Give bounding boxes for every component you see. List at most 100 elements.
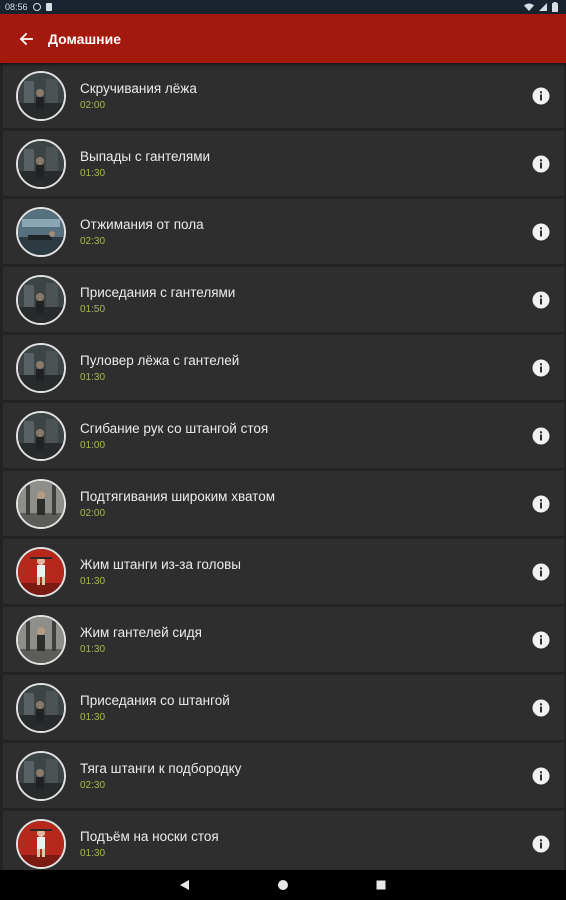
item-text: Жим штанги из-за головы 01:30 — [80, 556, 530, 588]
list-item[interactable]: Отжимания от пола 02:30 — [3, 199, 564, 264]
exercise-photo — [18, 72, 64, 119]
info-icon — [532, 835, 550, 852]
info-button[interactable] — [530, 629, 552, 651]
exercise-title: Подъём на носки стоя — [80, 828, 219, 844]
info-icon — [532, 767, 550, 784]
exercise-title: Пуловер лёжа с гантелей — [80, 352, 240, 368]
exercise-duration: 01:30 — [80, 575, 106, 587]
item-text: Отжимания от пола 02:30 — [80, 216, 530, 248]
nav-back-button[interactable] — [175, 875, 195, 895]
status-time: 08:56 — [5, 2, 28, 12]
exercise-duration: 02:00 — [80, 507, 106, 519]
back-button[interactable] — [6, 14, 46, 63]
info-icon — [532, 427, 550, 444]
exercise-photo — [18, 412, 64, 459]
exercise-thumbnail — [16, 410, 66, 461]
exercise-title: Жим гантелей сидя — [80, 624, 202, 640]
item-text: Тяга штанги к подбородку 02:30 — [80, 760, 530, 792]
back-triangle-icon — [180, 880, 189, 890]
info-icon — [532, 223, 550, 240]
info-icon — [532, 359, 550, 376]
exercise-photo — [18, 344, 64, 391]
exercise-thumbnail — [16, 342, 66, 393]
list-item[interactable]: Выпады с гантелями 01:30 — [3, 131, 564, 196]
list-item[interactable]: Подъём на носки стоя 01:30 — [3, 811, 564, 870]
exercise-thumbnail — [16, 818, 66, 869]
exercise-photo — [18, 480, 64, 527]
info-button[interactable] — [530, 221, 552, 243]
exercise-list[interactable]: Скручивания лёжа 02:00 Выпады с гантелями 0… — [3, 63, 564, 870]
item-text: Подтягивания широким хватом 02:00 — [80, 488, 530, 520]
list-item[interactable]: Пуловер лёжа с гантелей 01:30 — [3, 335, 564, 400]
info-button[interactable] — [530, 765, 552, 787]
exercise-duration: 01:00 — [80, 439, 106, 451]
sync-icon — [32, 3, 41, 11]
exercise-photo — [18, 820, 64, 867]
item-text: Пуловер лёжа с гантелей 01:30 — [80, 352, 530, 384]
status-right — [524, 2, 566, 12]
navigation-bar — [0, 870, 566, 900]
home-circle-icon — [278, 880, 288, 890]
info-button[interactable] — [530, 85, 552, 107]
status-bar: 08:56 — [0, 0, 566, 14]
exercise-thumbnail — [16, 682, 66, 733]
list-item[interactable]: Скручивания лёжа 02:00 — [3, 63, 564, 128]
info-icon — [532, 495, 550, 512]
info-button[interactable] — [530, 153, 552, 175]
nav-home-button[interactable] — [273, 875, 293, 895]
exercise-title: Скручивания лёжа — [80, 80, 197, 96]
list-item[interactable]: Жим гантелей сидя 01:30 — [3, 607, 564, 672]
exercise-duration: 02:30 — [80, 779, 106, 791]
item-text: Приседания с гантелями 01:50 — [80, 284, 530, 316]
nav-recents-button[interactable] — [371, 875, 391, 895]
item-text: Приседания со штангой 01:30 — [80, 692, 530, 724]
list-item[interactable]: Приседания с гантелями 01:50 — [3, 267, 564, 332]
info-button[interactable] — [530, 833, 552, 855]
item-text: Жим гантелей сидя 01:30 — [80, 624, 530, 656]
exercise-duration: 01:30 — [80, 371, 106, 383]
list-item[interactable]: Сгибание рук со штангой стоя 01:00 — [3, 403, 564, 468]
info-button[interactable] — [530, 425, 552, 447]
info-icon — [532, 631, 550, 648]
item-text: Выпады с гантелями 01:30 — [80, 148, 530, 180]
exercise-duration: 02:30 — [80, 235, 106, 247]
info-button[interactable] — [530, 289, 552, 311]
list-item[interactable]: Подтягивания широким хватом 02:00 — [3, 471, 564, 536]
exercise-thumbnail — [16, 70, 66, 121]
info-button[interactable] — [530, 493, 552, 515]
list-item[interactable]: Приседания со штангой 01:30 — [3, 675, 564, 740]
exercise-photo — [18, 616, 64, 663]
exercise-title: Отжимания от пола — [80, 216, 204, 232]
info-icon — [532, 563, 550, 580]
exercise-title: Приседания с гантелями — [80, 284, 236, 300]
exercise-duration: 01:50 — [80, 303, 106, 315]
exercise-thumbnail — [16, 750, 66, 801]
exercise-photo — [18, 276, 64, 323]
list-item[interactable]: Тяга штанги к подбородку 02:30 — [3, 743, 564, 808]
wifi-icon — [524, 3, 534, 11]
info-button[interactable] — [530, 561, 552, 583]
exercise-duration: 02:00 — [80, 99, 106, 111]
page-title: Домашние — [48, 30, 121, 47]
exercise-thumbnail — [16, 478, 66, 529]
exercise-thumbnail — [16, 274, 66, 325]
exercise-thumbnail — [16, 206, 66, 257]
item-text: Сгибание рук со штангой стоя 01:00 — [80, 420, 530, 452]
exercise-title: Выпады с гантелями — [80, 148, 211, 164]
exercise-thumbnail — [16, 614, 66, 665]
item-text: Скручивания лёжа 02:00 — [80, 80, 530, 112]
exercise-duration: 01:30 — [80, 167, 106, 179]
item-text: Подъём на носки стоя 01:30 — [80, 828, 530, 860]
recents-square-icon — [376, 880, 386, 890]
info-button[interactable] — [530, 697, 552, 719]
exercise-duration: 01:30 — [80, 847, 106, 859]
info-button[interactable] — [530, 357, 552, 379]
document-icon — [45, 3, 52, 11]
exercise-title: Подтягивания широким хватом — [80, 488, 276, 504]
app-bar: Домашние — [0, 14, 566, 63]
exercise-photo — [18, 684, 64, 731]
exercise-title: Приседания со штангой — [80, 692, 230, 708]
list-item[interactable]: Жим штанги из-за головы 01:30 — [3, 539, 564, 604]
exercise-photo — [18, 548, 64, 595]
exercise-duration: 01:30 — [80, 711, 106, 723]
